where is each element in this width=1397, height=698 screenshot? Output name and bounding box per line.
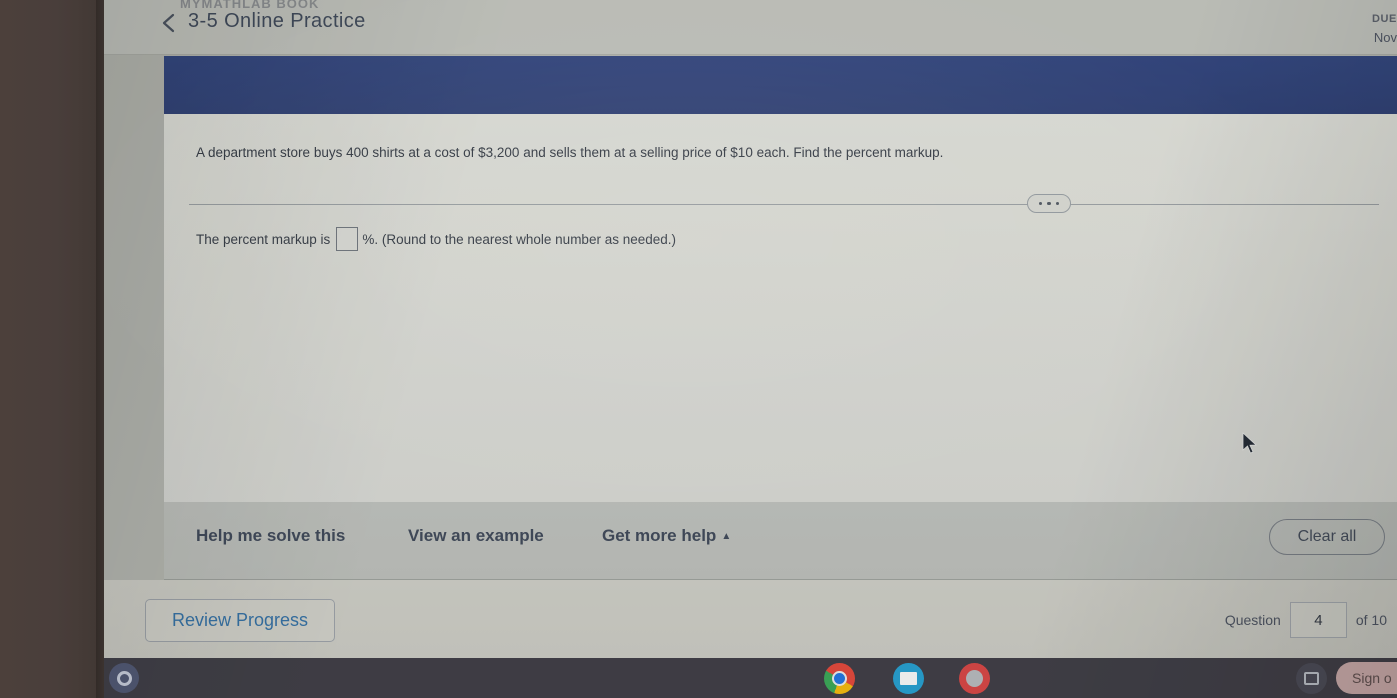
due-label: DUE — [1371, 13, 1397, 25]
cast-glyph — [1304, 672, 1319, 685]
chrome-icon[interactable] — [824, 663, 855, 694]
answer-prefix-label: The percent markup is — [196, 231, 331, 247]
screen-cast-icon[interactable] — [1296, 663, 1327, 694]
bottom-toolbar: Review Progress Question of 10 — [104, 580, 1397, 658]
answer-row: The percent markup is %. (Round to the n… — [196, 227, 676, 251]
question-number-input[interactable] — [1289, 602, 1347, 638]
divider-line — [189, 204, 1379, 205]
get-more-help-label: Get more help — [602, 526, 717, 545]
clear-all-button[interactable]: Clear all — [1269, 519, 1385, 555]
review-progress-button[interactable]: Review Progress — [145, 599, 336, 642]
view-an-example-link[interactable]: View an example — [408, 526, 544, 546]
app-topbar: MYMATHLAB BOOK 3-5 Online Practice DUE N… — [104, 0, 1397, 55]
monitor-bezel-left — [0, 0, 104, 698]
question-label: Question — [1224, 612, 1281, 628]
chevron-left-icon[interactable] — [156, 9, 182, 37]
news-glyph — [900, 672, 917, 685]
percent-markup-input[interactable] — [336, 227, 359, 251]
help-action-bar: Help me solve this View an example Get m… — [164, 502, 1397, 580]
question-card: A department store buys 400 shirts at a … — [164, 114, 1397, 502]
caret-up-icon: ▲ — [721, 531, 732, 542]
page-title: 3-5 Online Practice — [188, 10, 366, 32]
question-counter: Question of 10 — [1225, 602, 1387, 638]
answer-suffix-label: %. (Round to the nearest whole number as… — [362, 231, 677, 247]
question-total-label: of 10 — [1355, 612, 1387, 628]
due-date: Nov — [1373, 30, 1397, 46]
due-info: DUE Nov — [1297, 11, 1397, 48]
breadcrumb: MYMATHLAB BOOK — [180, 0, 320, 8]
help-me-solve-this-link[interactable]: Help me solve this — [196, 526, 345, 546]
dot — [1038, 201, 1043, 206]
dot — [1047, 201, 1051, 206]
ellipsis-icon[interactable] — [1027, 194, 1071, 213]
dot — [1055, 201, 1060, 206]
launcher-circle-icon[interactable] — [109, 663, 139, 693]
question-prompt: A department store buys 400 shirts at a … — [196, 145, 944, 160]
screen-surface: MYMATHLAB BOOK 3-5 Online Practice DUE N… — [104, 0, 1397, 698]
paint-app-icon[interactable] — [959, 663, 990, 694]
os-shelf: Sign o — [104, 658, 1397, 698]
get-more-help-link[interactable]: Get more help ▲ — [602, 526, 731, 546]
paint-glyph — [966, 670, 983, 687]
photographed-screen-root: MYMATHLAB BOOK 3-5 Online Practice DUE N… — [0, 0, 1397, 698]
navy-header-banner — [164, 56, 1397, 114]
sign-out-button[interactable]: Sign o — [1336, 662, 1397, 694]
launcher-ring — [116, 670, 132, 686]
question-divider — [189, 194, 1379, 214]
news-app-icon[interactable] — [893, 663, 924, 694]
